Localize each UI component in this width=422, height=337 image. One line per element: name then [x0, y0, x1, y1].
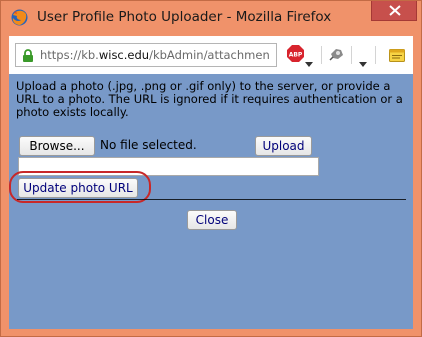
toolbar-separator [351, 46, 352, 64]
notes-icon[interactable] [389, 47, 405, 66]
file-status-label: No file selected. [100, 138, 197, 152]
browser-popup-window: User Profile Photo Uploader - Mozilla Fi… [0, 0, 422, 337]
update-photo-url-button[interactable]: Update photo URL [18, 178, 138, 198]
menu-arrow-icon[interactable] [359, 52, 367, 71]
lock-icon [22, 48, 34, 67]
chevron-down-icon[interactable] [305, 52, 313, 71]
url-domain: wisc.edu [98, 48, 150, 62]
url-text: https://kb.wisc.edu/kbAdmin/attachments/ [40, 48, 270, 62]
browse-button[interactable]: Browse... [19, 136, 95, 156]
close-button[interactable]: Close [187, 210, 237, 230]
toolbar-separator [321, 46, 322, 64]
firefox-icon [11, 9, 28, 26]
toolbar-separator [375, 46, 376, 64]
instructions-text: Upload a photo (.jpg, .png or .gif only)… [16, 79, 403, 119]
svg-text:ABP: ABP [289, 52, 303, 59]
plugin-icon[interactable] [329, 46, 345, 66]
navigation-toolbar: https://kb.wisc.edu/kbAdmin/attachments/… [9, 36, 413, 74]
window-title: User Profile Photo Uploader - Mozilla Fi… [37, 9, 332, 25]
url-prefix: https://kb. [40, 48, 99, 62]
url-path: /kbAdmin/attachments/ [149, 48, 270, 62]
adblock-plus-icon[interactable]: ABP [287, 45, 304, 66]
divider [17, 199, 406, 200]
page-content: Upload a photo (.jpg, .png or .gif only)… [9, 74, 413, 329]
window-close-button[interactable] [371, 1, 417, 21]
title-bar[interactable]: User Profile Photo Uploader - Mozilla Fi… [1, 1, 421, 36]
upload-button[interactable]: Upload [255, 136, 312, 156]
close-icon [389, 5, 401, 16]
address-bar[interactable]: https://kb.wisc.edu/kbAdmin/attachments/ [15, 43, 277, 67]
